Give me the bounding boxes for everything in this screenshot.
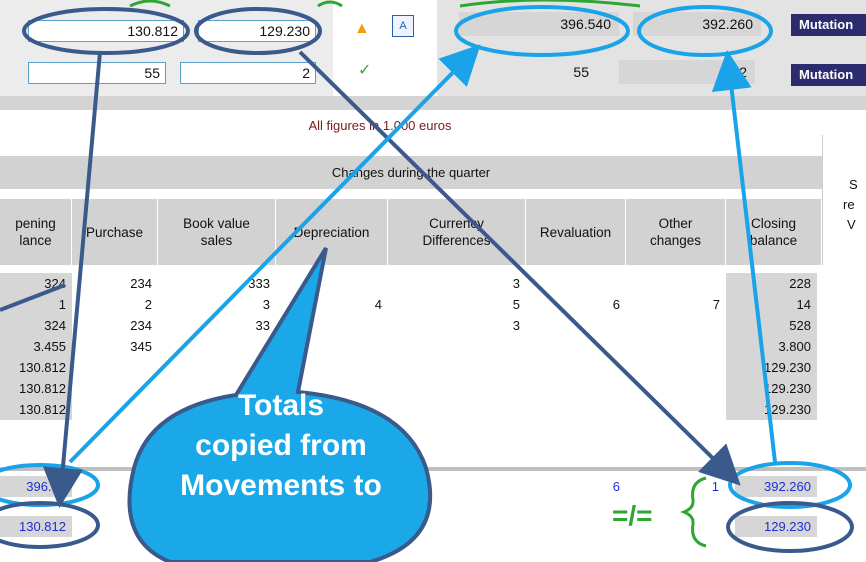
table-cell[interactable] (626, 399, 726, 420)
table-cell[interactable]: 130.812 (0, 378, 72, 399)
table-cell[interactable] (276, 273, 388, 294)
currency-differences-header[interactable]: Currency Differences (388, 199, 526, 265)
table-cell[interactable]: 333 (158, 273, 276, 294)
table-cell[interactable] (526, 273, 626, 294)
table-cell[interactable]: 324 (0, 273, 72, 294)
purchase-header[interactable]: Purchase (72, 199, 158, 265)
table-cell[interactable] (276, 315, 388, 336)
table-cell[interactable] (388, 336, 526, 357)
table-cell[interactable]: 129.230 (726, 378, 817, 399)
table-row: 130.812 129.230 (0, 399, 866, 420)
totals-row: 396.54 6 1 392.260 (0, 476, 866, 497)
speech-bubble-text: Totals copied from Movements to (180, 389, 382, 502)
table-cell[interactable] (388, 357, 526, 378)
check-closing-cell: 129.230 (735, 516, 817, 537)
closing-balance-header[interactable]: Closing balance (726, 199, 822, 265)
top-right-panel: 396.540 392.260 55 2 Mutation Mutation (437, 0, 866, 96)
table-cell[interactable]: 3.455 (0, 336, 72, 357)
table-cell[interactable] (626, 336, 726, 357)
movements-opening-total: 396.540 (459, 12, 619, 36)
movements-closing-count: 2 (619, 60, 755, 84)
table-cell[interactable]: 3 (158, 294, 276, 315)
table-cell[interactable]: 130.812 (0, 357, 72, 378)
table-cell[interactable]: 4 (276, 294, 388, 315)
checkmark-icon: ✓ (358, 62, 372, 79)
mutation-button-2[interactable]: Mutation (791, 64, 866, 86)
table-cell[interactable] (526, 315, 626, 336)
table-cell[interactable]: 234 (72, 315, 158, 336)
other-changes-header[interactable]: Other changes (626, 199, 726, 265)
table-cell[interactable]: 228 (726, 273, 817, 294)
table-cell[interactable] (526, 357, 626, 378)
table-cell[interactable]: 129.230 (726, 399, 817, 420)
changes-band-header: Changes during the quarter (0, 156, 822, 189)
table-cell[interactable]: 3 (388, 273, 526, 294)
opening-balance-header[interactable]: pening lance (0, 199, 72, 265)
table-row: 130.812 1.0 129.230 (0, 357, 866, 378)
table-cell[interactable]: 5 (388, 294, 526, 315)
figures-caption: All figures in 1.000 euros (308, 118, 452, 133)
table-cell[interactable] (626, 273, 726, 294)
warning-triangle-icon[interactable]: ▲ (354, 20, 370, 38)
table-cell[interactable]: 2 (72, 294, 158, 315)
table-cell[interactable] (158, 336, 276, 357)
panel-divider (0, 96, 866, 110)
totals-separator (0, 467, 866, 471)
table-cell[interactable]: 1.0 (158, 357, 276, 378)
total-closing-cell: 392.260 (735, 476, 817, 497)
table-cell[interactable] (276, 357, 388, 378)
depreciation-header[interactable]: Depreciation (276, 199, 388, 265)
table-cell[interactable]: 14 (726, 294, 817, 315)
table-cell[interactable]: 1 (0, 294, 72, 315)
table-cell[interactable] (626, 315, 726, 336)
table-cell[interactable]: 345 (72, 336, 158, 357)
table-cell[interactable]: 3 (388, 315, 526, 336)
movements-closing-total: 392.260 (633, 12, 761, 36)
total-other-cell: 1 (711, 479, 719, 494)
table-cell[interactable]: 6 (526, 294, 626, 315)
not-equal-label: =/= (612, 500, 653, 531)
table-cell[interactable] (72, 357, 158, 378)
table-cell[interactable]: 7 (626, 294, 726, 315)
table-cell[interactable] (526, 336, 626, 357)
table-row: 3.455 345 3.800 (0, 336, 866, 357)
closing-total-field[interactable]: 129.230 (198, 20, 316, 42)
table-cell[interactable]: 3.800 (726, 336, 817, 357)
opening-count-field[interactable]: 55 (28, 62, 166, 84)
table-row: 130.812 129.230 (0, 378, 866, 399)
table-cell[interactable]: 324 (0, 315, 72, 336)
table-cell[interactable]: 33 (158, 315, 276, 336)
book-value-sales-header[interactable]: Book value sales (158, 199, 276, 265)
mutation-button-1[interactable]: Mutation (791, 14, 866, 36)
table-cell[interactable] (626, 378, 726, 399)
right-column-header: S re V (822, 135, 866, 265)
top-left-panel: 130.812 129.230 55 2 (0, 0, 333, 96)
table-cell[interactable] (276, 336, 388, 357)
table-cell[interactable] (626, 357, 726, 378)
check-row: 130.812 129.230 (0, 516, 866, 537)
table-row: 324 234 333 3 228 (0, 273, 866, 294)
table-cell[interactable] (526, 378, 626, 399)
revaluation-header[interactable]: Revaluation (526, 199, 626, 265)
table-cell[interactable]: 234 (72, 273, 158, 294)
table-cell[interactable] (526, 399, 626, 420)
closing-count-field[interactable]: 2 (180, 62, 316, 84)
table-row: 324 234 33 3 528 (0, 315, 866, 336)
table-cell[interactable]: 528 (726, 315, 817, 336)
table-cell[interactable]: 129.230 (726, 357, 817, 378)
opening-total-field[interactable]: 130.812 (28, 20, 184, 42)
movements-opening-count: 55 (573, 64, 589, 80)
text-align-document-icon[interactable]: A (392, 15, 414, 37)
table-cell[interactable]: 130.812 (0, 399, 72, 420)
table-row: 1 2 3 4 5 6 7 14 (0, 294, 866, 315)
total-revaluation-cell: 6 (612, 479, 620, 494)
check-opening-cell: 130.812 (0, 516, 72, 537)
total-opening-cell: 396.54 (0, 476, 72, 497)
